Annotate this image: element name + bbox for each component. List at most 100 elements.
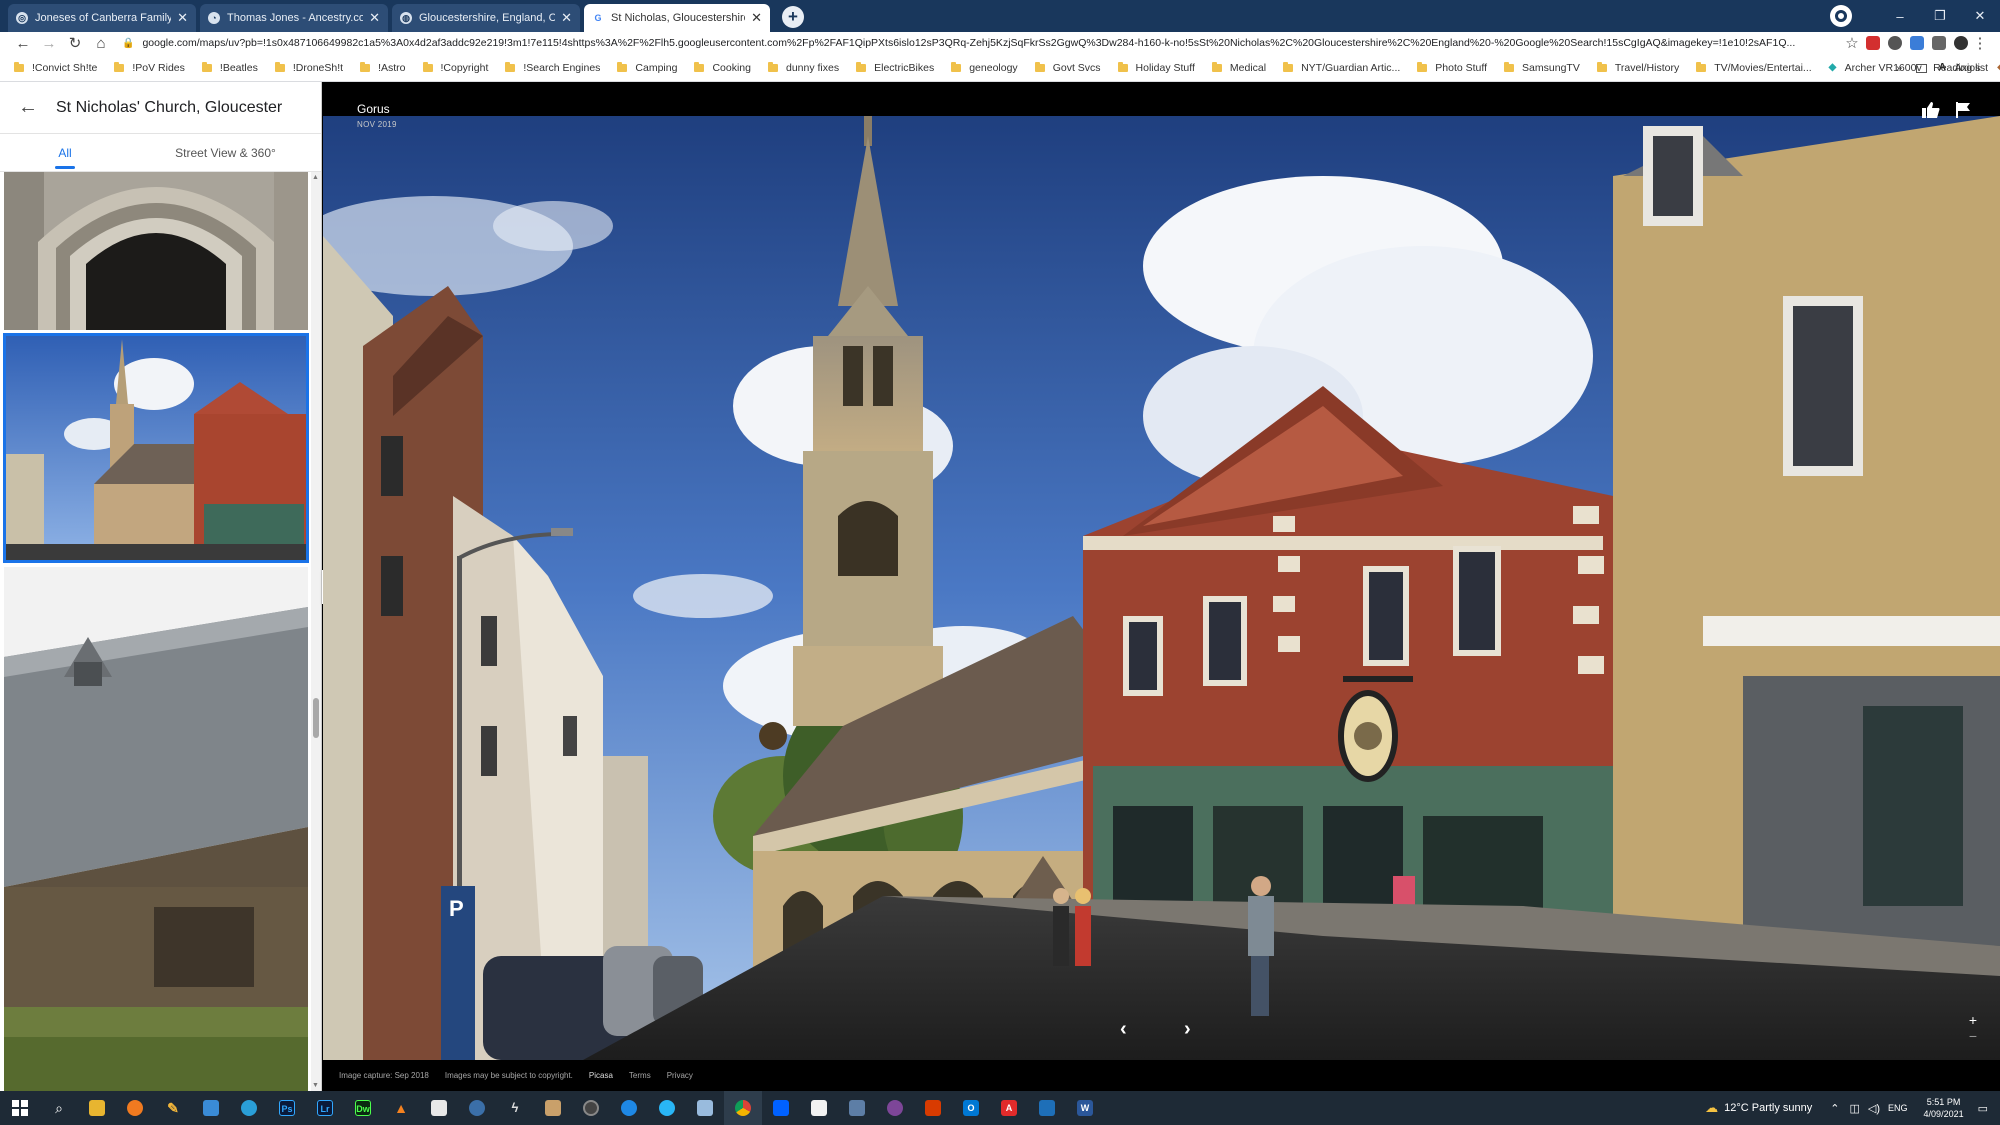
photo-thumbnail-roof[interactable] (4, 567, 308, 1091)
scroll-down-icon[interactable]: ▼ (312, 1082, 319, 1089)
bookmark-item[interactable]: !Astro (360, 61, 406, 74)
pdf-extension-icon[interactable] (1866, 36, 1880, 50)
notepad-icon[interactable] (800, 1091, 838, 1125)
clock[interactable]: 5:51 PM 4/09/2021 (1924, 1096, 1964, 1120)
thumbs-up-icon[interactable] (1922, 102, 1940, 123)
bookmark-item[interactable]: !PoV Rides (114, 61, 185, 74)
new-tab-button[interactable]: + (782, 6, 804, 28)
picasa-link[interactable]: Picasa (589, 1071, 613, 1080)
back-arrow-icon[interactable]: ← (0, 96, 56, 119)
acrobat-icon[interactable]: A (990, 1091, 1028, 1125)
photo-app-icon[interactable] (534, 1091, 572, 1125)
close-tab-icon[interactable]: ✕ (561, 10, 572, 26)
document-app-icon[interactable] (420, 1091, 458, 1125)
language-indicator[interactable]: ENG (1888, 1103, 1908, 1113)
menu-kebab-icon[interactable]: ⋮ (1972, 34, 1988, 52)
profile-icon[interactable] (1830, 5, 1852, 27)
chrome-icon[interactable] (724, 1091, 762, 1125)
panel-scrollbar[interactable]: ▲ ▼ (311, 172, 321, 1091)
photo-viewer[interactable]: Gorus NOV 2019 P ‹ › + − Image capture: … (323, 82, 2000, 1091)
privacy-link[interactable]: Privacy (667, 1071, 693, 1080)
blue-ring-app-icon[interactable] (610, 1091, 648, 1125)
reload-icon[interactable]: ↻ (62, 34, 88, 52)
notes-app-icon[interactable] (686, 1091, 724, 1125)
lightning-app-icon[interactable]: ϟ (496, 1091, 534, 1125)
office-icon[interactable] (914, 1091, 952, 1125)
bookmark-item[interactable]: !Search Engines (505, 61, 600, 74)
dreamweaver-icon[interactable]: Dw (344, 1091, 382, 1125)
bookmark-item[interactable]: Govt Svcs (1034, 61, 1101, 74)
photo-thumbnail-church-selected[interactable] (3, 333, 309, 563)
photo-author[interactable]: Gorus (357, 102, 390, 116)
bookmark-item[interactable]: geneology (951, 61, 1018, 74)
close-tab-icon[interactable]: ✕ (369, 10, 380, 26)
avatar-icon[interactable] (1954, 36, 1968, 50)
bookmark-item[interactable]: !Convict Sh!te (14, 61, 97, 74)
more-bookmarks-icon[interactable]: » (1896, 62, 1902, 74)
media-player-icon[interactable] (116, 1091, 154, 1125)
puzzle-extensions-icon[interactable] (1932, 36, 1946, 50)
bookmark-item[interactable]: ElectricBikes (856, 61, 934, 74)
bookmark-item[interactable]: SamsungTV (1504, 61, 1580, 74)
bookmark-item[interactable]: Photo Stuff (1417, 61, 1487, 74)
bookmark-item[interactable]: Camping (617, 61, 677, 74)
network-app-icon[interactable] (838, 1091, 876, 1125)
weather-widget[interactable]: ☁ 12°C Partly sunny (1705, 1100, 1812, 1116)
flag-report-icon[interactable] (1956, 102, 1970, 123)
terms-link[interactable]: Terms (629, 1071, 651, 1080)
scroll-up-icon[interactable]: ▲ (312, 174, 319, 181)
outlook-icon[interactable]: O (952, 1091, 990, 1125)
zoom-in-button[interactable]: + (1962, 1012, 1984, 1028)
minimize-icon[interactable]: – (1880, 9, 1920, 24)
notifications-icon[interactable]: ▭ (1978, 1102, 1988, 1115)
search-icon[interactable]: ⌕ (40, 1091, 78, 1125)
file-explorer-icon[interactable] (78, 1091, 116, 1125)
extension-icon[interactable] (1888, 36, 1902, 50)
bookmark-item[interactable]: Holiday Stuff (1117, 61, 1195, 74)
circle-app-icon[interactable] (572, 1091, 610, 1125)
close-tab-icon[interactable]: ✕ (751, 10, 762, 26)
volume-icon[interactable]: ◁) (1868, 1102, 1880, 1115)
browser-tab-3[interactable]: ◍ Gloucestershire, England, Church ✕ (392, 4, 580, 32)
pen-app-icon[interactable]: ✎ (154, 1091, 192, 1125)
browser-app-icon[interactable] (230, 1091, 268, 1125)
photoshop-icon[interactable]: Ps (268, 1091, 306, 1125)
back-arrow-icon[interactable]: ← (10, 35, 36, 52)
address-bar[interactable]: 🔒 google.com/maps/uv?pb=!1s0x48710664998… (122, 34, 1832, 52)
network-icon[interactable]: ◫ (1850, 1102, 1860, 1115)
dropbox-icon[interactable] (762, 1091, 800, 1125)
vlc-icon[interactable]: ▲ (382, 1091, 420, 1125)
scrollbar-thumb[interactable] (313, 698, 319, 738)
home-icon[interactable]: ⌂ (88, 35, 114, 52)
bookmark-item[interactable]: Travel/History (1596, 61, 1679, 74)
tab-street-view[interactable]: Street View & 360° (130, 134, 321, 171)
close-tab-icon[interactable]: ✕ (177, 10, 188, 26)
close-window-icon[interactable]: ✕ (1960, 8, 2000, 24)
bookmark-item[interactable]: !Beatles (201, 61, 258, 74)
browser-tab-2[interactable]: ◔ Thomas Jones - Ancestry.com ✕ (200, 4, 388, 32)
sync-app-icon[interactable] (648, 1091, 686, 1125)
star-bookmark-icon[interactable]: ☆ (1842, 34, 1862, 52)
photo-thumbnail-arch[interactable] (4, 172, 308, 330)
bookmark-item[interactable]: TV/Movies/Entertai... (1696, 61, 1812, 74)
windows-start-icon[interactable] (0, 1100, 40, 1116)
tor-browser-icon[interactable] (876, 1091, 914, 1125)
bookmark-item[interactable]: !DroneSh!t (274, 61, 343, 74)
lightroom-icon[interactable]: Lr (306, 1091, 344, 1125)
forward-arrow-icon[interactable]: → (36, 35, 62, 52)
word-icon[interactable]: W (1066, 1091, 1104, 1125)
tab-all[interactable]: All (0, 134, 130, 171)
next-photo-icon[interactable]: › (1184, 1018, 1191, 1041)
reading-list-button[interactable]: » Reading list (1896, 54, 1988, 81)
bookmark-item[interactable]: Cooking (694, 61, 751, 74)
tray-chevron-icon[interactable]: ⌃ (1830, 1102, 1839, 1115)
camera-app-icon[interactable] (192, 1091, 230, 1125)
bookmark-item[interactable]: dunny fixes (767, 61, 839, 74)
extension-icon[interactable] (1910, 36, 1924, 50)
browser-tab-active[interactable]: G St Nicholas, Gloucestershire, Eng ✕ (584, 4, 770, 32)
browser-tab-1[interactable]: ◎ Joneses of Canberra Family Tree ✕ (8, 4, 196, 32)
previous-photo-icon[interactable]: ‹ (1120, 1018, 1127, 1041)
image-viewer-icon[interactable] (1028, 1091, 1066, 1125)
bookmark-item[interactable]: !Copyright (422, 61, 488, 74)
zoom-out-button[interactable]: − (1962, 1028, 1984, 1044)
